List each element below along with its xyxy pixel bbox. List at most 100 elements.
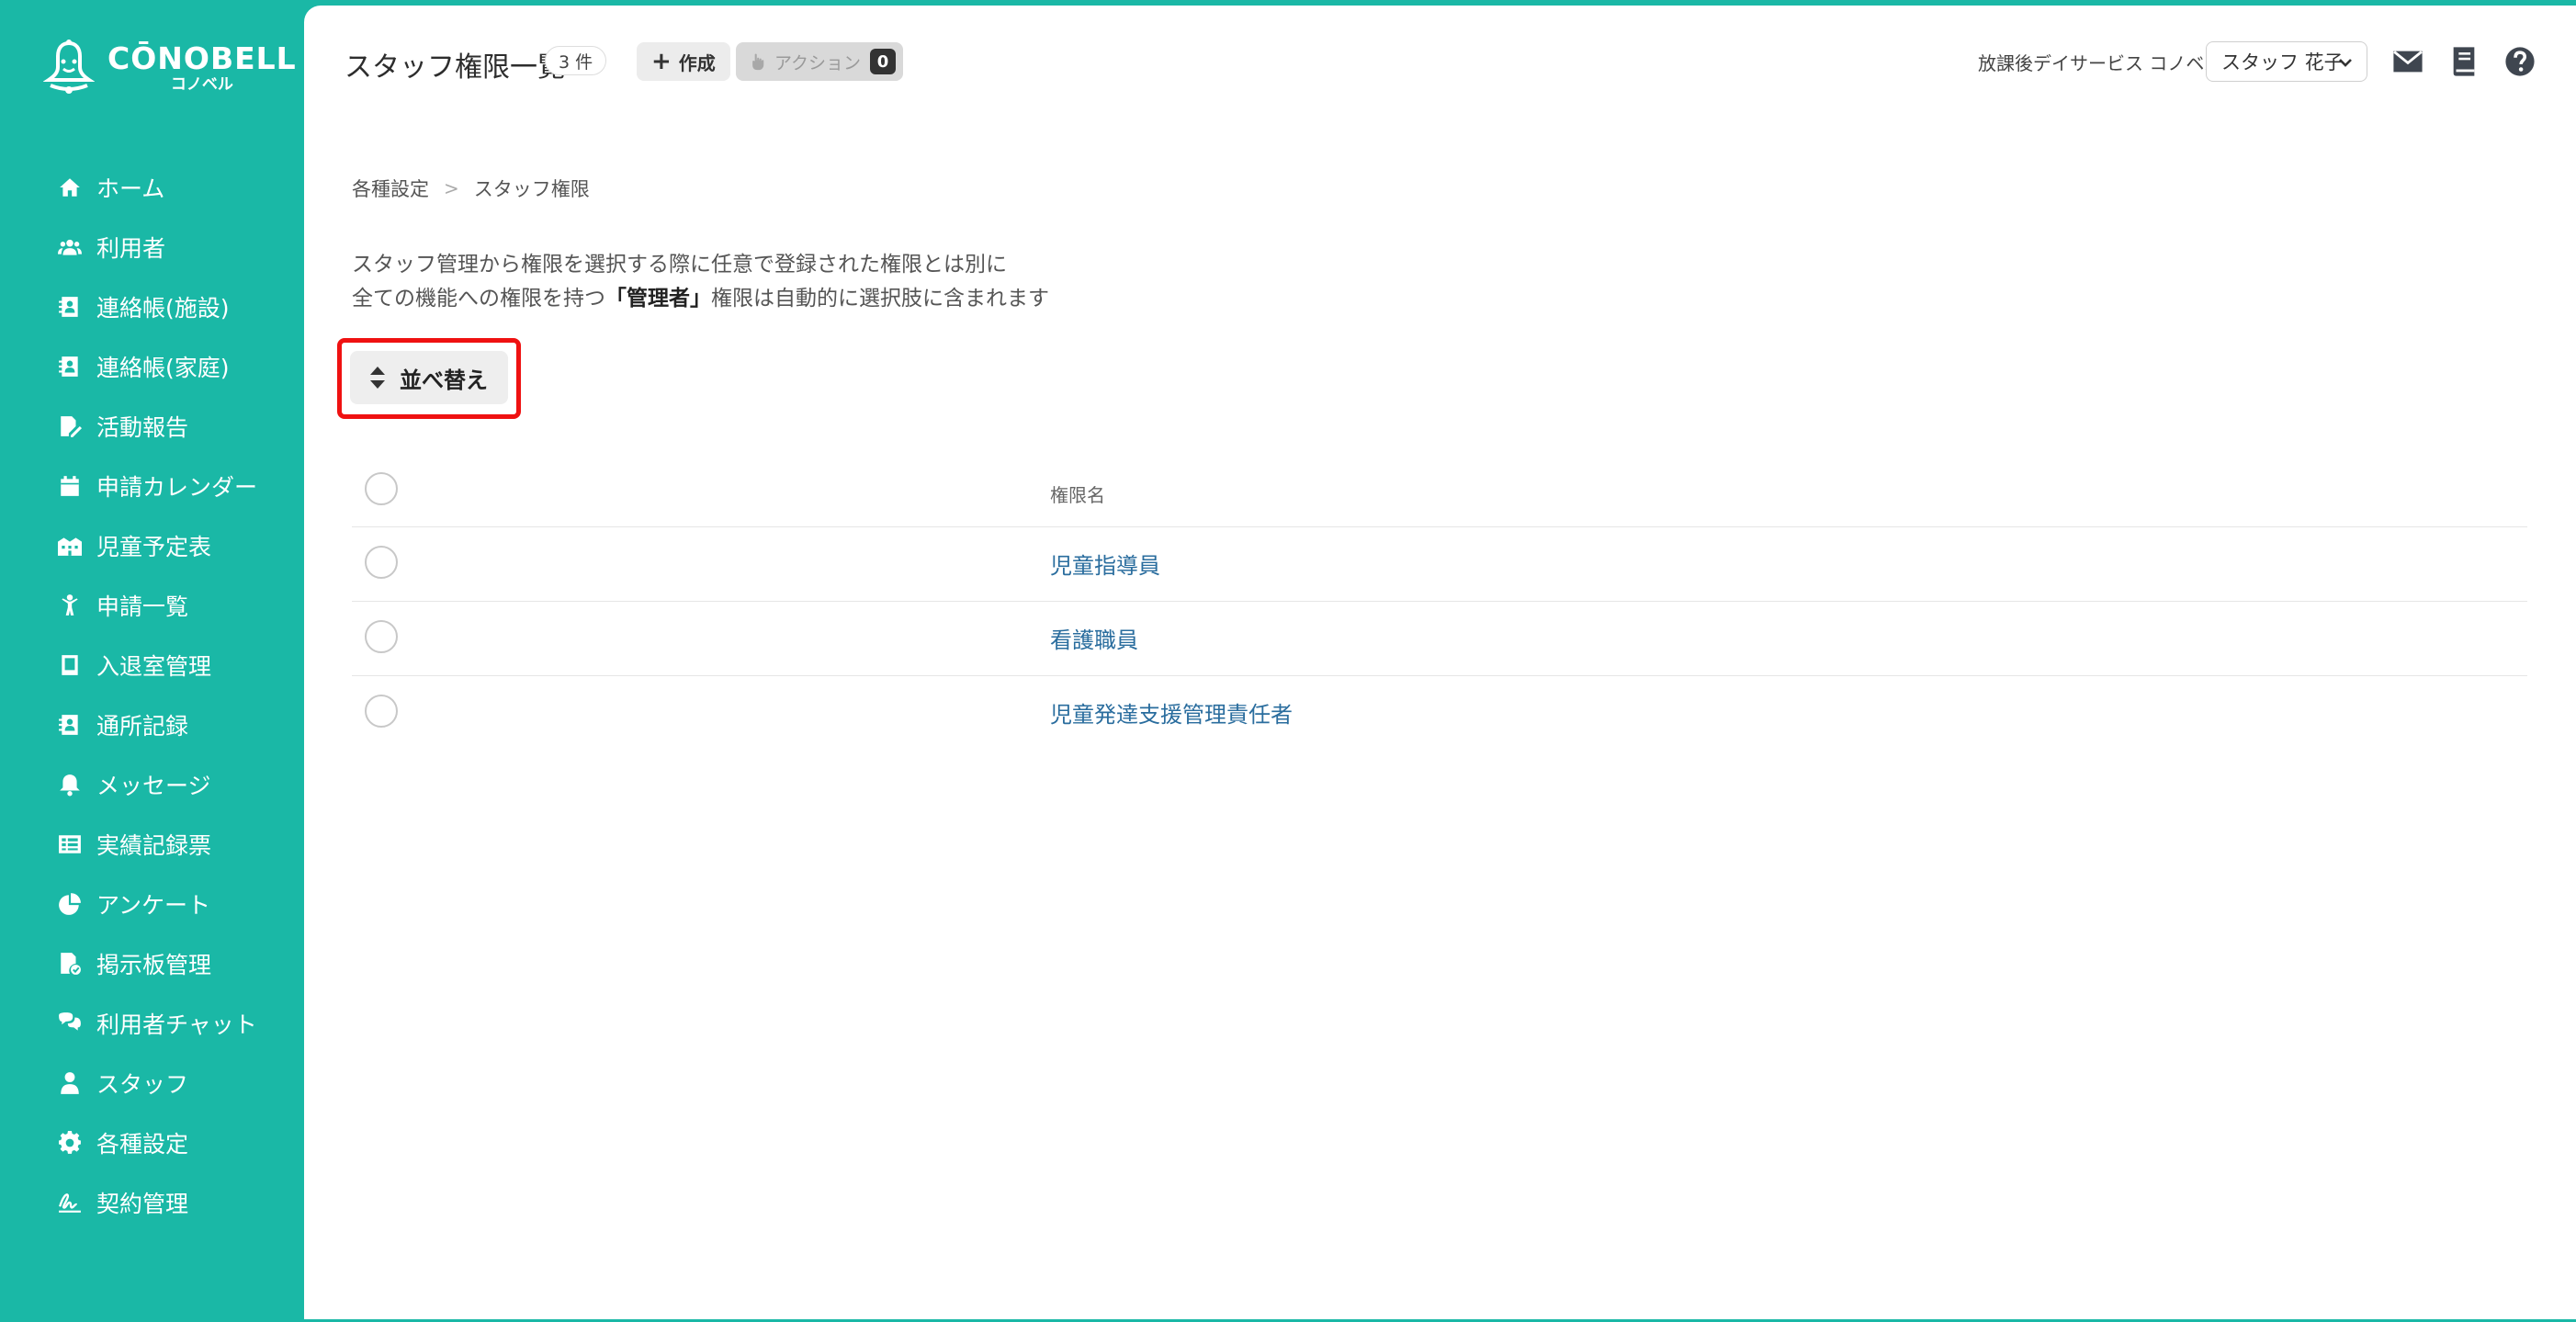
sidebar-item-label: 連絡帳(家庭) [96,354,230,381]
permission-table: 権限名 児童指導員 看護職員 児童発達支援管理責任者 [352,456,2527,751]
select-all-checkbox[interactable] [365,472,398,505]
sidebar-item-label: 利用者チャット [96,1011,257,1038]
brand-subname: コノベル [170,75,233,94]
description-line-2: 全ての機能への権限を持つ「管理者」権限は自動的に選択肢に含まれます [352,287,1049,311]
signature-icon [58,1191,82,1215]
sidebar-item-label: 活動報告 [96,413,189,441]
permission-name-link[interactable]: 看護職員 [1050,622,1138,654]
sidebar-item-label: 申請一覧 [96,593,189,620]
staff-select[interactable]: スタッフ 花子 [2206,41,2367,82]
sidebar-item-home[interactable]: ホーム [3,157,304,217]
breadcrumb: 各種設定 > スタッフ権限 [352,175,590,202]
staff-select-value: スタッフ 花子 [2221,51,2344,73]
brand-logo[interactable]: CŌNOBELL コノベル [42,36,296,100]
sidebar-item-message[interactable]: メッセージ [3,754,304,814]
sidebar-item-attendance-record[interactable]: 通所記録 [3,695,304,754]
sidebar-item-label: アンケート [96,891,211,919]
sidebar-nav: ホーム 利用者 連絡帳(施設) 連絡帳(家庭) 活動報告 申請カレンダー 児童予… [3,157,304,1232]
app-frame: CŌNOBELL コノベル ホーム 利用者 連絡帳(施設) 連絡帳(家庭) 活動… [0,0,2576,1322]
breadcrumb-parent[interactable]: 各種設定 [352,175,429,202]
pie-chart-icon [58,892,82,916]
manual-book-icon[interactable] [2448,46,2480,77]
sidebar-item-settings[interactable]: 各種設定 [3,1113,304,1172]
users-icon [58,235,82,259]
create-button-label: 作成 [678,51,716,74]
brand-name: CŌNOBELL [107,40,297,76]
tablet-icon [58,653,82,677]
row-checkbox[interactable] [365,695,398,728]
sidebar-item-contact-home[interactable]: 連絡帳(家庭) [3,336,304,396]
page-header: スタッフ権限一覧 3 件 + 作成 アクション 0 放課後デイサービス コノベル… [304,6,2576,116]
table-header-row: 権限名 [352,456,2527,527]
staff-icon [58,1071,82,1095]
count-badge: 3 件 [545,46,607,75]
sidebar-item-label: メッセージ [96,772,211,799]
sidebar-item-label: 通所記録 [96,712,189,740]
sidebar-item-board[interactable]: 掲示板管理 [3,933,304,993]
row-checkbox[interactable] [365,546,398,579]
sidebar-item-entry-exit[interactable]: 入退室管理 [3,635,304,695]
permission-name-link[interactable]: 児童発達支援管理責任者 [1050,696,1293,729]
gear-icon [58,1130,82,1155]
action-count-badge: 0 [870,49,897,74]
sidebar-item-label: 児童予定表 [96,533,212,560]
sort-button-label: 並べ替え [400,367,488,393]
action-button-label: アクション [774,52,862,73]
sidebar-item-staff[interactable]: スタッフ [3,1053,304,1113]
sidebar-item-survey[interactable]: アンケート [3,874,304,933]
create-button[interactable]: + 作成 [637,42,730,81]
row-checkbox[interactable] [365,620,398,653]
sidebar-item-label: 契約管理 [96,1190,189,1217]
table-row: 児童発達支援管理責任者 [352,676,2527,751]
chevron-down-icon [2337,53,2354,70]
sidebar-item-activity-report[interactable]: 活動報告 [3,396,304,456]
calendar-icon [58,474,82,498]
sidebar-item-performance-record[interactable]: 実績記録票 [3,814,304,874]
permission-name-link[interactable]: 児童指導員 [1050,548,1160,580]
sidebar-item-child-schedule[interactable]: 児童予定表 [3,515,304,575]
sidebar-item-users[interactable]: 利用者 [3,217,304,277]
contact-book-icon [58,295,82,319]
home-icon [58,175,82,199]
description-line-1: スタッフ管理から権限を選択する際に任意で登録された権限とは別に [352,253,1007,277]
sidebar-item-label: 連絡帳(施設) [96,294,230,322]
column-header-permission-name: 権限名 [1050,484,1105,506]
bell-logo-icon [42,40,96,96]
plus-icon: + [651,48,672,75]
sidebar-item-label: スタッフ [96,1070,189,1098]
schedule-icon [58,534,82,558]
sort-icon [368,366,387,390]
sidebar-item-label: 利用者 [96,234,166,262]
contact-book-icon [58,713,82,737]
admin-emphasis: 「管理者」 [605,287,711,311]
sidebar-item-contact-facility[interactable]: 連絡帳(施設) [3,277,304,336]
help-icon[interactable] [2504,46,2536,77]
sidebar: CŌNOBELL コノベル ホーム 利用者 連絡帳(施設) 連絡帳(家庭) 活動… [3,3,304,1322]
sidebar-item-contract[interactable]: 契約管理 [3,1172,304,1232]
sidebar-item-label: 実績記録票 [96,831,212,859]
sidebar-item-label: ホーム [96,175,165,202]
sort-button[interactable]: 並べ替え [350,351,508,404]
sidebar-item-label: 掲示板管理 [96,951,212,978]
sidebar-item-label: 各種設定 [96,1130,189,1158]
chevron-right-icon: > [444,177,459,199]
action-button[interactable]: アクション 0 [736,42,904,81]
sidebar-item-label: 入退室管理 [96,652,212,680]
child-icon [58,593,82,617]
edit-document-icon [58,414,82,438]
hand-pointer-icon [749,52,767,71]
table-icon [58,832,82,856]
mail-icon[interactable] [2392,46,2423,77]
contact-book-icon [58,355,82,379]
sidebar-item-request-list[interactable]: 申請一覧 [3,575,304,635]
sidebar-item-label: 申請カレンダー [96,473,258,501]
table-row: 看護職員 [352,602,2527,676]
facility-name: 放課後デイサービス コノベル [1978,52,2223,74]
page-title: スタッフ権限一覧 [345,51,565,84]
breadcrumb-current: スタッフ権限 [473,178,590,200]
chat-icon [58,1011,82,1035]
board-icon [58,952,82,976]
sidebar-item-user-chat[interactable]: 利用者チャット [3,993,304,1053]
main-content: スタッフ権限一覧 3 件 + 作成 アクション 0 放課後デイサービス コノベル… [304,6,2576,1319]
sidebar-item-request-calendar[interactable]: 申請カレンダー [3,456,304,515]
